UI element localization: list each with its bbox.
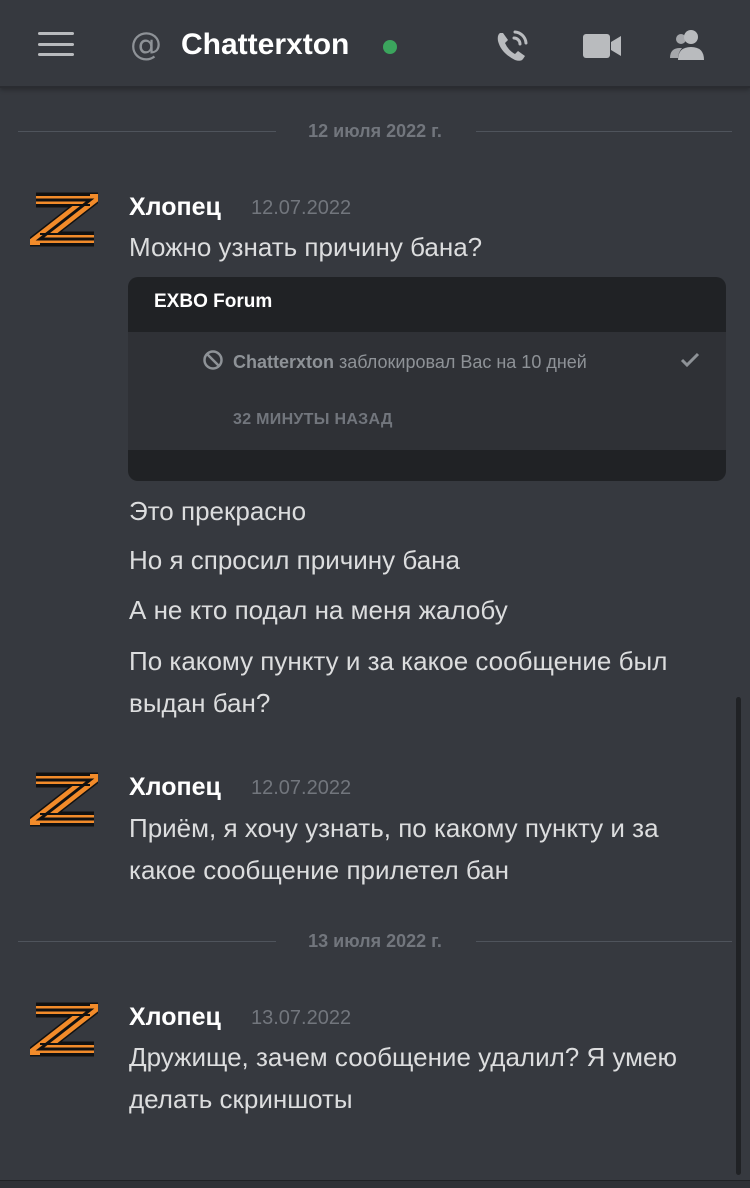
message-timestamp: 12.07.2022 xyxy=(251,197,352,219)
scrollbar[interactable] xyxy=(736,697,741,1175)
message-timestamp: 12.07.2022 xyxy=(251,777,352,799)
embed-title: EXBO Forum xyxy=(154,291,273,312)
date-divider-label: 12 июля 2022 г. xyxy=(308,121,442,141)
date-divider: 12 июля 2022 г. xyxy=(18,121,732,141)
embed-action: заблокировал Вас на 10 дней xyxy=(339,352,587,372)
message-text: Приём, я хочу узнать, по какому пункту и… xyxy=(129,813,659,885)
message-author[interactable]: Хлопец xyxy=(129,1002,221,1032)
members-icon[interactable] xyxy=(667,24,711,68)
message-text: Это прекрасно xyxy=(129,496,307,526)
call-icon[interactable] xyxy=(490,24,534,68)
notification-embed[interactable]: EXBO Forum Chatterxton заблокировал Вас … xyxy=(128,277,726,481)
message-text: Можно узнать причину бана? xyxy=(129,232,483,262)
channel-header: @ Chatterxton xyxy=(0,0,750,88)
message-author[interactable]: Хлопец xyxy=(129,772,221,802)
date-divider: 13 июля 2022 г. xyxy=(18,931,732,951)
message-text: По какому пункту и за какое сообщение бы… xyxy=(129,646,668,718)
composer-edge xyxy=(0,1180,750,1188)
message-list: 12 июля 2022 г. Хлопец 12.07.2022 Можно … xyxy=(0,90,750,1180)
message-text: Дружище, зачем сообщение удалил? Я умею … xyxy=(129,1042,677,1114)
embed-notification: Chatterxton заблокировал Вас на 10 дней … xyxy=(128,332,726,450)
video-icon[interactable] xyxy=(580,24,624,68)
avatar[interactable] xyxy=(18,191,112,249)
message-author[interactable]: Хлопец xyxy=(129,192,221,222)
channel-title: Chatterxton xyxy=(181,28,350,61)
date-divider-label: 13 июля 2022 г. xyxy=(308,931,442,951)
menu-icon[interactable] xyxy=(38,32,74,58)
message-text: А не кто подал на меня жалобу xyxy=(129,595,508,625)
embed-time: 32 МИНУТЫ НАЗАД xyxy=(233,411,393,428)
message-text: Но я спросил причину бана xyxy=(129,545,460,575)
avatar[interactable] xyxy=(18,1001,112,1059)
avatar[interactable] xyxy=(18,771,112,829)
online-status-dot xyxy=(383,40,397,54)
embed-user: Chatterxton xyxy=(233,352,335,372)
ban-icon xyxy=(203,350,223,370)
check-icon[interactable] xyxy=(678,348,702,372)
message-timestamp: 13.07.2022 xyxy=(251,1007,352,1029)
at-icon: @ xyxy=(130,25,162,63)
embed-notification-text: Chatterxton заблокировал Вас на 10 дней xyxy=(233,347,633,377)
